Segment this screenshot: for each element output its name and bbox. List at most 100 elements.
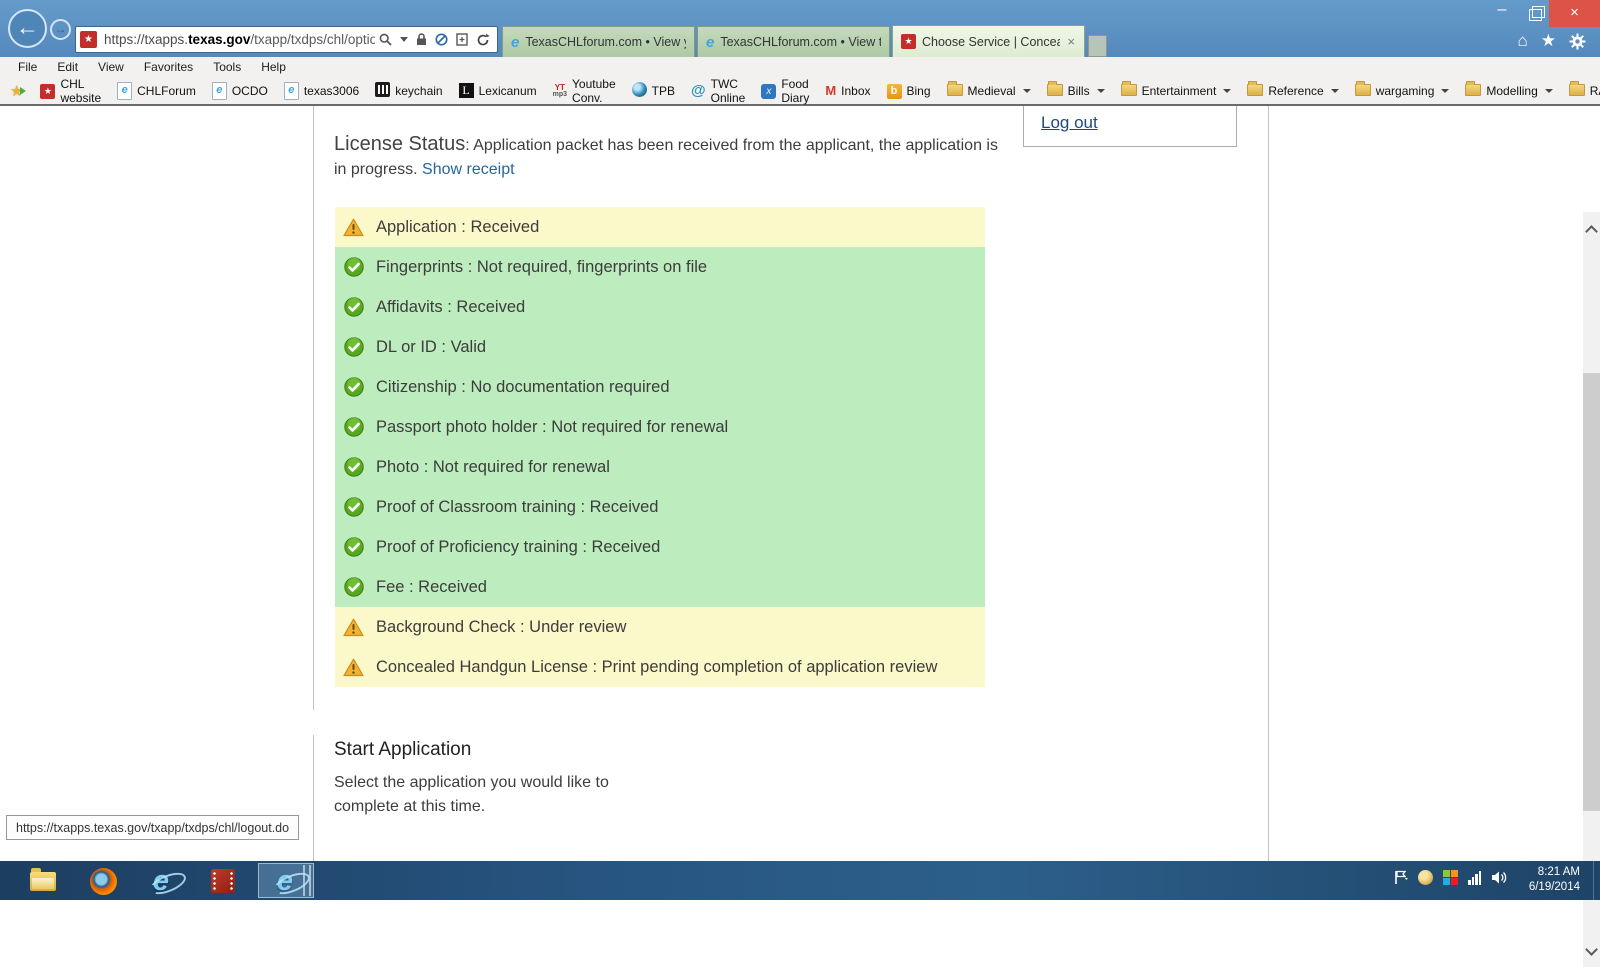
tab[interactable]: eTexasCHLforum.com • View y...: [502, 26, 695, 57]
gear-icon[interactable]: [1569, 33, 1586, 50]
check-icon: [343, 337, 364, 357]
clock-date: 6/19/2014: [1529, 880, 1580, 895]
status-row: Passport photo holder : Not required for…: [335, 407, 985, 447]
url-text[interactable]: https://txapps.texas.gov/txapp/txdps/chl…: [104, 32, 375, 47]
favorite-food-diary[interactable]: x Food Diary: [753, 80, 817, 102]
scroll-down-icon[interactable]: [1585, 943, 1598, 956]
menu-item-view[interactable]: View: [88, 60, 134, 74]
favorite-bills[interactable]: Bills: [1039, 80, 1113, 102]
content-right-border: [1268, 106, 1269, 861]
ie-doc-icon: e: [212, 82, 227, 100]
chevron-down-icon: [1331, 89, 1339, 93]
menu-bar: FileEditViewFavoritesToolsHelp: [0, 57, 1600, 77]
menu-item-edit[interactable]: Edit: [47, 60, 88, 74]
status-row: Background Check : Under review: [335, 607, 985, 647]
tab-title: Choose Service | Concealed...: [922, 35, 1060, 49]
favorite-reference[interactable]: Reference: [1239, 80, 1346, 102]
show-receipt-link[interactable]: Show receipt: [422, 161, 515, 178]
folder-icon: [947, 82, 963, 99]
status-row-text: Background Check : Under review: [376, 615, 626, 639]
taskbar-movie-maker-icon[interactable]: [208, 866, 238, 896]
favorite-ocdo[interactable]: eOCDO: [204, 80, 276, 102]
url-scheme: https://: [104, 32, 145, 47]
favorite-inbox[interactable]: MInbox: [817, 80, 878, 102]
refresh-icon[interactable]: [476, 33, 490, 47]
favorite-twc-online[interactable]: @TWC Online: [683, 80, 753, 102]
lock-icon: [416, 33, 427, 46]
logout-link[interactable]: Log out: [1041, 113, 1098, 133]
menu-item-favorites[interactable]: Favorites: [134, 60, 203, 74]
compatibility-view-icon[interactable]: [456, 33, 468, 46]
favorite-keychain[interactable]: keychain: [367, 80, 450, 102]
volume-icon[interactable]: [1491, 870, 1508, 885]
menu-item-file[interactable]: File: [8, 60, 47, 74]
tracking-protection-icon[interactable]: [435, 33, 448, 46]
favorite-entertainment[interactable]: Entertainment: [1113, 80, 1240, 102]
tab[interactable]: eTexasCHLforum.com • View to...: [697, 26, 890, 57]
new-tab-button[interactable]: [1088, 35, 1107, 57]
favorites-star-icon[interactable]: ★: [1541, 31, 1556, 51]
favorite-label: texas3006: [304, 84, 359, 98]
forward-button[interactable]: →: [50, 19, 71, 40]
check-icon: [343, 257, 364, 277]
vertical-scrollbar[interactable]: [1583, 212, 1600, 967]
favorite-label: Food Diary: [781, 77, 809, 105]
pie-icon[interactable]: [1418, 870, 1433, 885]
favorite-bing[interactable]: bBing: [879, 80, 939, 102]
favorite-lexicanum[interactable]: LLexicanum: [451, 80, 545, 102]
content-left-border: [313, 106, 314, 710]
favorite-chlforum[interactable]: eCHLForum: [109, 80, 204, 102]
favorite-radio[interactable]: RADIO: [1561, 80, 1600, 102]
address-bar[interactable]: ★ https://txapps.texas.gov/txapp/txdps/c…: [75, 26, 498, 53]
taskbar-internet-explorer-icon[interactable]: e: [146, 866, 176, 896]
favorite-label: TWC Online: [711, 77, 746, 105]
favorite-tpb[interactable]: TPB: [624, 80, 683, 102]
status-row: Fingerprints : Not required, fingerprint…: [335, 247, 985, 287]
url-path: /txapp/txdps/chl/options.do: [250, 32, 375, 47]
ie-icon: e: [511, 34, 519, 51]
search-dropdown-caret-icon[interactable]: [400, 37, 408, 42]
favorite-youtube-conv-[interactable]: YTmp3Youtube Conv.: [545, 80, 624, 102]
site-favicon-texas-icon: ★: [80, 31, 97, 48]
network-signal-icon[interactable]: [1468, 871, 1481, 885]
favorite-chl-website[interactable]: ★CHL website: [32, 80, 109, 102]
food-diary-icon: x: [761, 83, 776, 99]
back-button[interactable]: ←: [8, 9, 47, 48]
status-row: Proof of Proficiency training : Received: [335, 527, 985, 567]
taskbar-firefox-icon[interactable]: [88, 866, 118, 896]
favorite-modelling[interactable]: Modelling: [1457, 80, 1560, 102]
scroll-up-icon[interactable]: [1585, 225, 1598, 238]
favorite-medieval[interactable]: Medieval: [939, 80, 1039, 102]
action-center-flag-icon[interactable]: [1394, 870, 1408, 885]
taskbar-file-explorer-icon[interactable]: [28, 866, 58, 896]
menu-item-tools[interactable]: Tools: [203, 60, 251, 74]
tab-title: TexasCHLforum.com • View to...: [720, 35, 881, 49]
tab-close-icon[interactable]: ×: [1066, 34, 1076, 49]
url-subdomain: txapps.: [145, 32, 189, 47]
restore-button[interactable]: [1520, 0, 1548, 27]
menu-item-help[interactable]: Help: [251, 60, 296, 74]
minimize-button[interactable]: –: [1488, 0, 1516, 27]
search-icon[interactable]: [379, 33, 392, 46]
scrollbar-thumb[interactable]: [1583, 373, 1600, 811]
chevron-down-icon: [1223, 89, 1231, 93]
antivirus-icon[interactable]: [1443, 870, 1458, 885]
close-button[interactable]: ×: [1549, 0, 1600, 27]
ytmp3-icon: YTmp3: [553, 84, 567, 98]
status-row-text: Proof of Classroom training : Received: [376, 495, 658, 519]
favorite-wargaming[interactable]: wargaming: [1347, 80, 1458, 102]
taskbar-internet-explorer-active-icon[interactable]: e: [270, 866, 300, 896]
show-desktop-button[interactable]: [1593, 861, 1600, 900]
license-status-label: License Status: [334, 133, 465, 155]
close-icon: ×: [1570, 4, 1579, 21]
taskbar-clock[interactable]: 8:21 AM 6/19/2014: [1529, 865, 1580, 895]
folder-icon: [1465, 82, 1481, 99]
add-favorite-icon[interactable]: ★: [10, 82, 26, 100]
favorite-label: Reference: [1268, 84, 1323, 98]
status-row: Proof of Classroom training : Received: [335, 487, 985, 527]
home-icon[interactable]: ⌂: [1517, 31, 1527, 51]
browser-quick-icons: ⌂ ★: [1517, 31, 1586, 51]
favorite-texas3006[interactable]: etexas3006: [276, 80, 367, 102]
tab-active[interactable]: ★Choose Service | Concealed...×: [892, 25, 1085, 57]
favorite-label: keychain: [395, 84, 442, 98]
